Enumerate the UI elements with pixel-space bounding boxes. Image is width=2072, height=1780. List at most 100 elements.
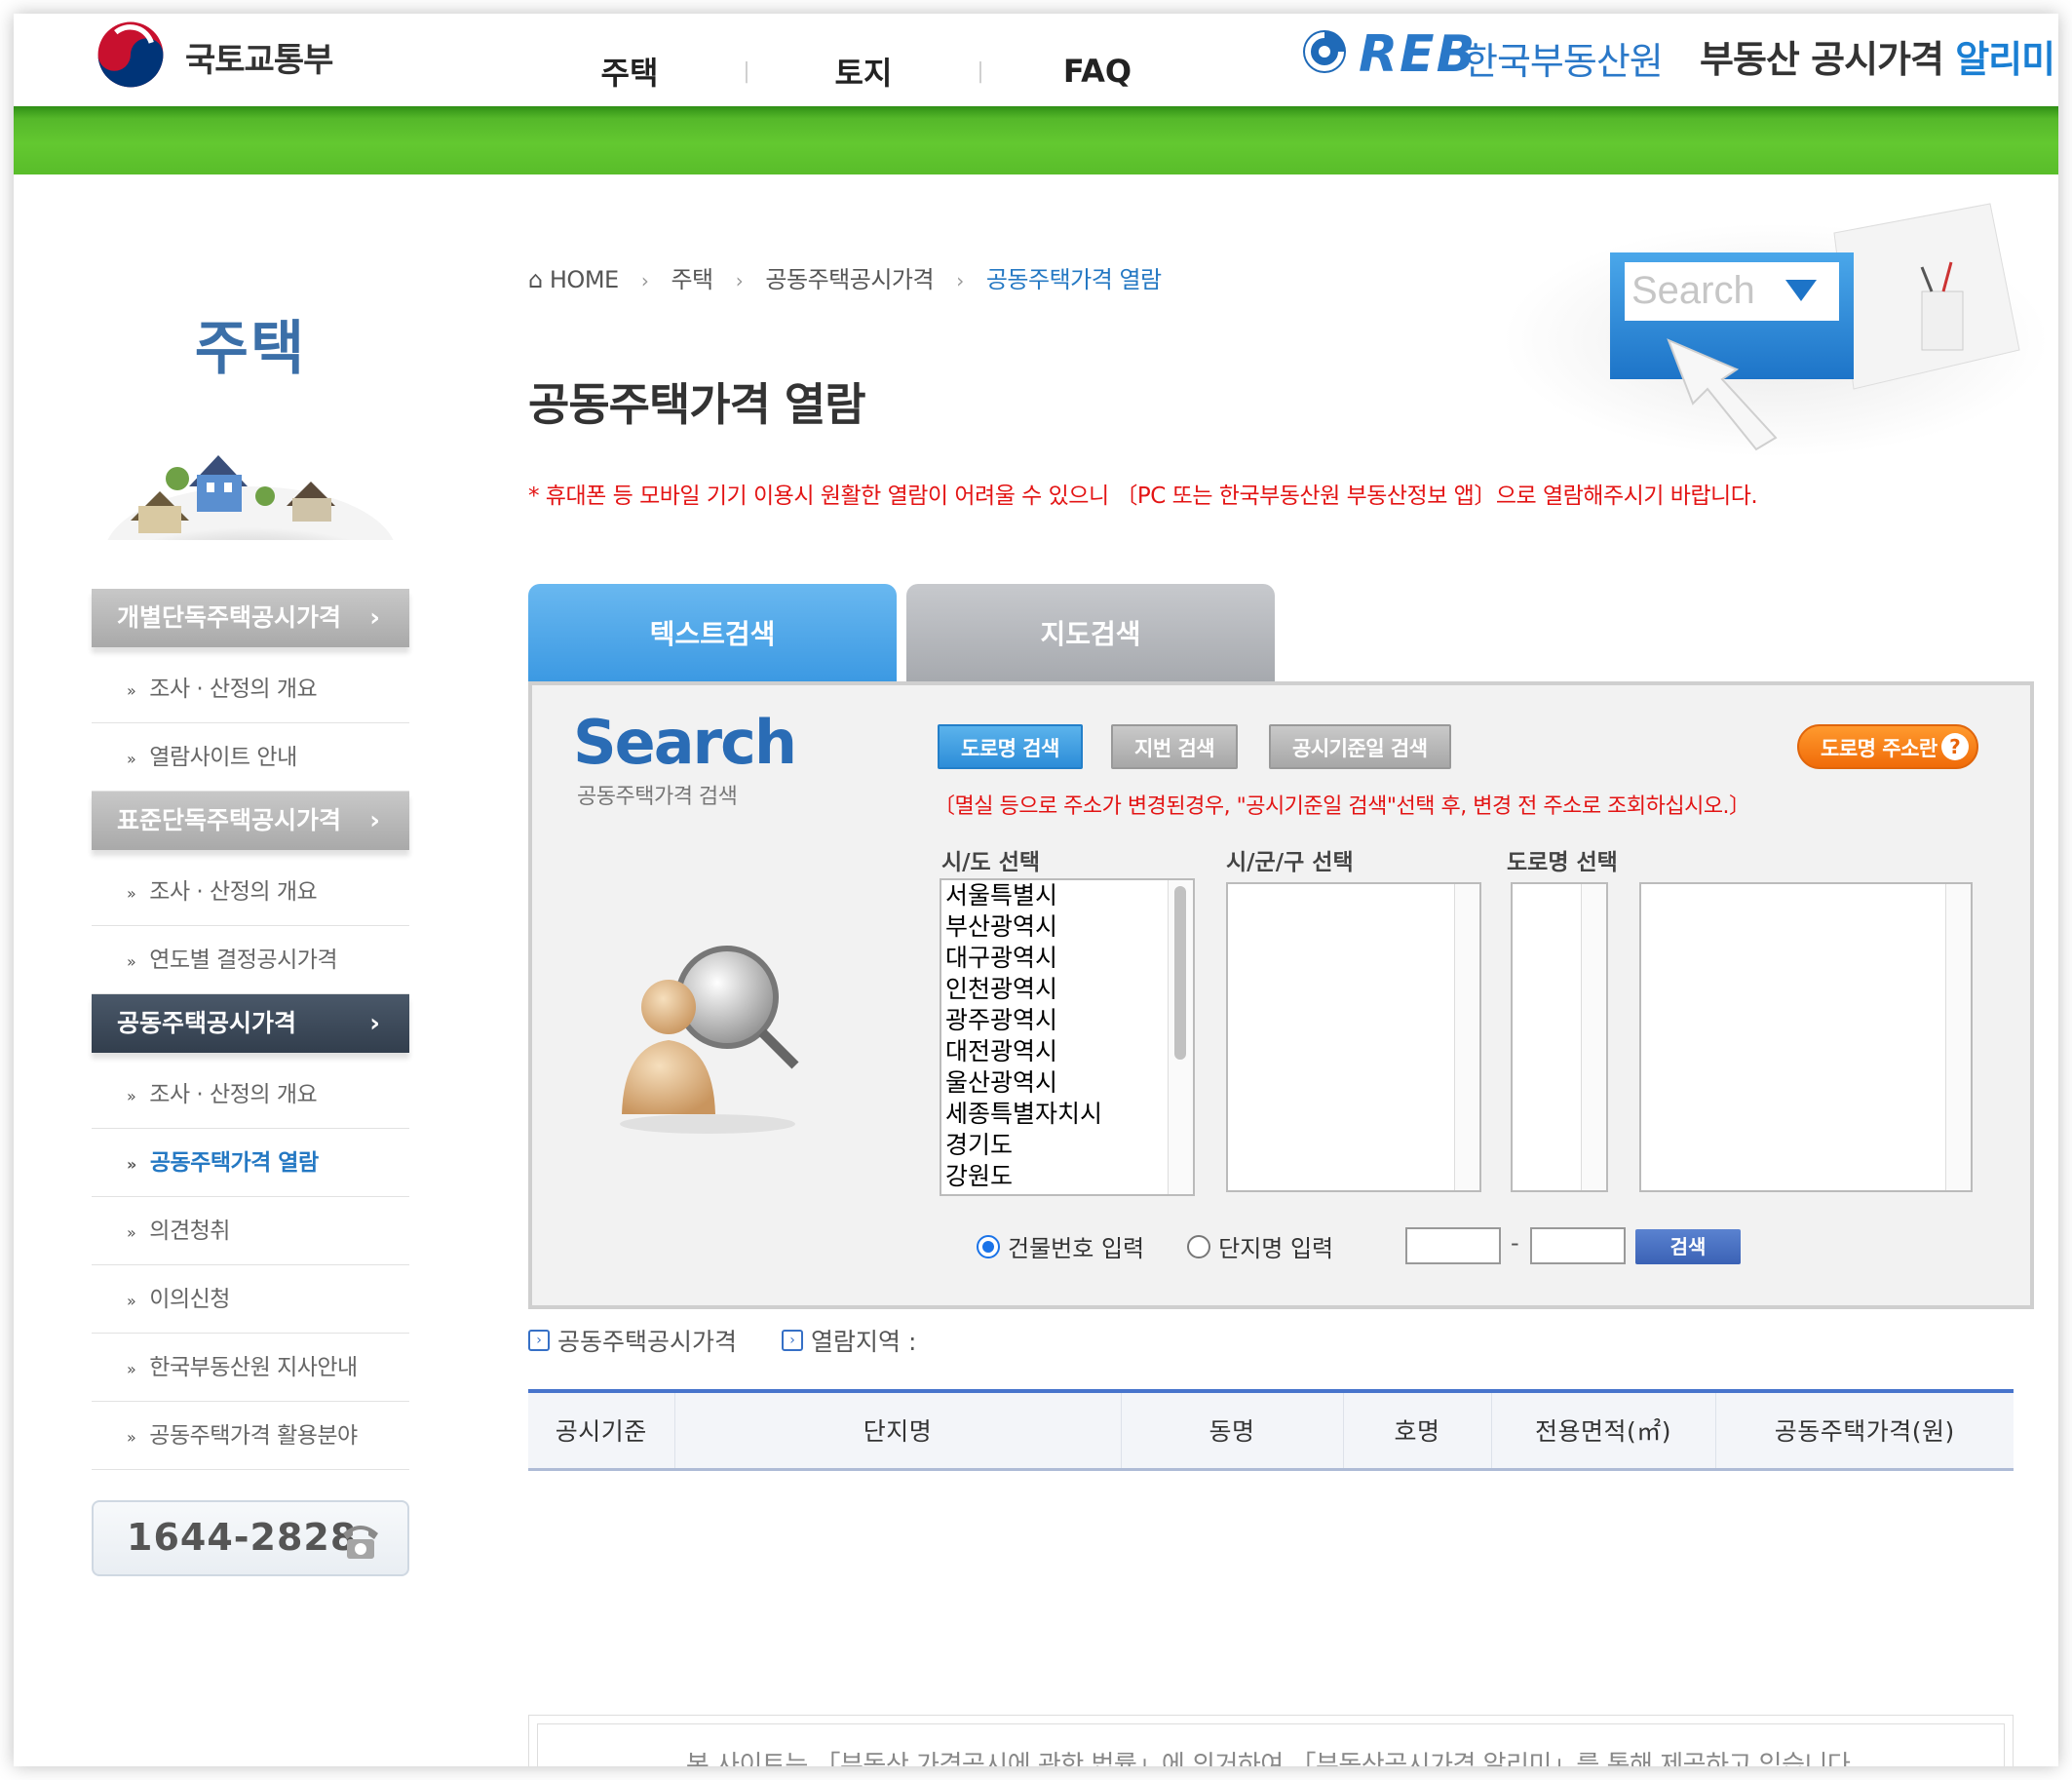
sido-option[interactable]: 세종특별자치시 bbox=[941, 1099, 1193, 1130]
service-name[interactable]: 부동산 공시가격 알리미 bbox=[1700, 29, 2055, 83]
date-search-button[interactable]: 공시기준일 검색 bbox=[1269, 724, 1451, 769]
sido-option[interactable]: 서울특별시 bbox=[941, 880, 1193, 911]
tab-map-search[interactable]: 지도검색 bbox=[906, 584, 1275, 685]
breadcrumb-sep: › bbox=[956, 269, 964, 292]
home-icon[interactable]: ⌂ bbox=[528, 266, 543, 293]
menu-head-label: 공동주택공시가격 bbox=[117, 1009, 297, 1037]
phone-number: 1644-2828 bbox=[127, 1516, 358, 1559]
table-header-row: 공시기준 단지명 동명 호명 전용면적(㎡) 공동주택가격(원) bbox=[528, 1389, 2014, 1471]
menu-item-label: 연도별 결정공시가격 bbox=[149, 948, 338, 973]
menu-item[interactable]: » 공동주택가격 활용분야 bbox=[92, 1402, 409, 1470]
double-arrow-icon: » bbox=[127, 1428, 136, 1447]
sido-option[interactable]: 인천광역시 bbox=[941, 974, 1193, 1005]
houses-icon bbox=[107, 455, 394, 540]
menu-individual-house[interactable]: 개별단독주택공시가격 › bbox=[92, 589, 409, 647]
sido-option[interactable]: 대전광역시 bbox=[941, 1036, 1193, 1067]
phone-box: 1644-2828 bbox=[92, 1500, 409, 1576]
double-arrow-icon: » bbox=[127, 1087, 136, 1105]
arrow-box-icon: › bbox=[782, 1330, 804, 1351]
input-mode-radios: 건물번호 입력 단지명 입력 bbox=[977, 1229, 1333, 1263]
menu-item-current[interactable]: » 공동주택가격 열람 bbox=[92, 1129, 409, 1197]
col-price: 공동주택가격(원) bbox=[1715, 1389, 2014, 1471]
site-header: 국토교통부 주택 | 토지 | FAQ REB 한국부동산원 부동산 공시가격 … bbox=[14, 14, 2058, 106]
reb-logo-icon bbox=[1303, 30, 1346, 73]
result-meta: › 공동주택공시가격 › 열람지역 : bbox=[528, 1323, 961, 1358]
nav-divider: | bbox=[977, 58, 984, 84]
sido-option[interactable]: 대구광역시 bbox=[941, 943, 1193, 974]
sigungu-label: 시/군/구 선택 bbox=[1226, 850, 1354, 875]
road-search-button[interactable]: 도로명 검색 bbox=[938, 724, 1083, 769]
menu-item[interactable]: » 이의신청 bbox=[92, 1265, 409, 1334]
nav-land[interactable]: 토지 bbox=[793, 49, 934, 94]
green-banner bbox=[14, 106, 2058, 174]
phone-icon bbox=[343, 1526, 378, 1559]
result-table: 공시기준 단지명 동명 호명 전용면적(㎡) 공동주택가격(원) bbox=[528, 1389, 2014, 1471]
scrollbar-thumb[interactable] bbox=[1174, 886, 1186, 1060]
menu-item[interactable]: » 조사 · 산정의 개요 bbox=[92, 655, 409, 723]
menu-standard-house[interactable]: 표준단독주택공시가격 › bbox=[92, 792, 409, 850]
nav-housing[interactable]: 주택 bbox=[559, 49, 700, 94]
menu-item[interactable]: » 열람사이트 안내 bbox=[92, 723, 409, 792]
tab-text-search[interactable]: 텍스트검색 bbox=[528, 584, 897, 685]
sido-option[interactable]: 경기도 bbox=[941, 1130, 1193, 1161]
building-select[interactable] bbox=[1639, 882, 1973, 1192]
breadcrumb-apartment[interactable]: 공동주택공시가격 bbox=[765, 266, 934, 293]
page-frame: 국토교통부 주택 | 토지 | FAQ REB 한국부동산원 부동산 공시가격 … bbox=[14, 14, 2058, 1766]
double-arrow-icon: » bbox=[127, 1223, 136, 1242]
menu-item[interactable]: » 연도별 결정공시가격 bbox=[92, 926, 409, 994]
complex-name-radio[interactable] bbox=[1187, 1234, 1211, 1258]
double-arrow-icon: » bbox=[127, 1292, 136, 1310]
building-number-radio-label[interactable]: 건물번호 입력 bbox=[1008, 1229, 1144, 1263]
sido-scrollbar[interactable] bbox=[1168, 880, 1193, 1194]
menu-item[interactable]: » 조사 · 산정의 개요 bbox=[92, 1061, 409, 1129]
breadcrumb-housing[interactable]: 주택 bbox=[671, 266, 713, 293]
lot-search-button[interactable]: 지번 검색 bbox=[1111, 724, 1239, 769]
magnifier-person-icon bbox=[620, 946, 799, 1134]
result-category-label: 공동주택공시가격 bbox=[557, 1328, 738, 1356]
building-scrollbar[interactable] bbox=[1945, 884, 1971, 1190]
menu-apartment[interactable]: 공동주택공시가격 › bbox=[92, 994, 409, 1053]
road-address-info-label: 도로명 주소란 bbox=[1821, 737, 1938, 760]
col-unit: 호명 bbox=[1343, 1389, 1492, 1471]
search-submit-button[interactable]: 검색 bbox=[1635, 1229, 1741, 1264]
col-announce-date: 공시기준 bbox=[528, 1389, 675, 1471]
double-arrow-icon: » bbox=[127, 884, 136, 903]
road-scrollbar[interactable] bbox=[1581, 884, 1606, 1190]
chevron-right-icon: › bbox=[369, 603, 380, 633]
sido-select[interactable]: 서울특별시 부산광역시 대구광역시 인천광역시 광주광역시 대전광역시 울산광역… bbox=[940, 878, 1195, 1196]
menu-head-label: 표준단독주택공시가격 bbox=[117, 806, 342, 834]
service-name-highlight: 알리미 bbox=[1955, 38, 2055, 81]
col-complex-name: 단지명 bbox=[674, 1389, 1122, 1471]
result-region: › 열람지역 : bbox=[782, 1323, 916, 1358]
taegeuk-logo-icon[interactable] bbox=[94, 18, 168, 92]
sido-option[interactable]: 강원도 bbox=[941, 1161, 1193, 1192]
road-select[interactable] bbox=[1511, 882, 1608, 1192]
double-arrow-icon: » bbox=[127, 750, 136, 768]
building-number-radio[interactable] bbox=[977, 1234, 1000, 1258]
complex-name-radio-label[interactable]: 단지명 입력 bbox=[1218, 1229, 1333, 1263]
ministry-name[interactable]: 국토교통부 bbox=[185, 33, 333, 81]
nav-faq[interactable]: FAQ bbox=[1027, 53, 1168, 90]
page-title: 공동주택가격 열람 bbox=[528, 378, 866, 431]
sigungu-select[interactable] bbox=[1226, 882, 1481, 1192]
building-sub-number-input[interactable] bbox=[1530, 1227, 1626, 1264]
menu-item[interactable]: » 조사 · 산정의 개요 bbox=[92, 858, 409, 926]
road-address-info-button[interactable]: 도로명 주소란? bbox=[1797, 724, 1978, 769]
col-building: 동명 bbox=[1121, 1389, 1344, 1471]
nav-divider: | bbox=[743, 58, 750, 84]
breadcrumb-home[interactable]: HOME bbox=[550, 266, 619, 293]
sido-option[interactable]: 부산광역시 bbox=[941, 911, 1193, 943]
sigungu-scrollbar[interactable] bbox=[1454, 884, 1479, 1190]
result-region-label: 열람지역 : bbox=[811, 1328, 917, 1356]
menu-item[interactable]: » 한국부동산원 지사안내 bbox=[92, 1334, 409, 1402]
building-main-number-input[interactable] bbox=[1405, 1227, 1501, 1264]
top-nav: 주택 | 토지 | FAQ bbox=[559, 49, 1168, 94]
menu-item[interactable]: » 의견청취 bbox=[92, 1197, 409, 1265]
address-change-note: 〔멸실 등으로 주소가 변경된경우, "공시기준일 검색"선택 후, 변경 전 … bbox=[934, 794, 1750, 819]
sido-option[interactable]: 광주광역시 bbox=[941, 1005, 1193, 1036]
result-category: › 공동주택공시가격 bbox=[528, 1323, 737, 1358]
sido-option[interactable]: 울산광역시 bbox=[941, 1067, 1193, 1099]
reb-wordmark[interactable]: REB bbox=[1359, 25, 1477, 84]
menu-item-label: 공동주택가격 활용분야 bbox=[149, 1423, 358, 1449]
number-dash: - bbox=[1511, 1229, 1519, 1257]
